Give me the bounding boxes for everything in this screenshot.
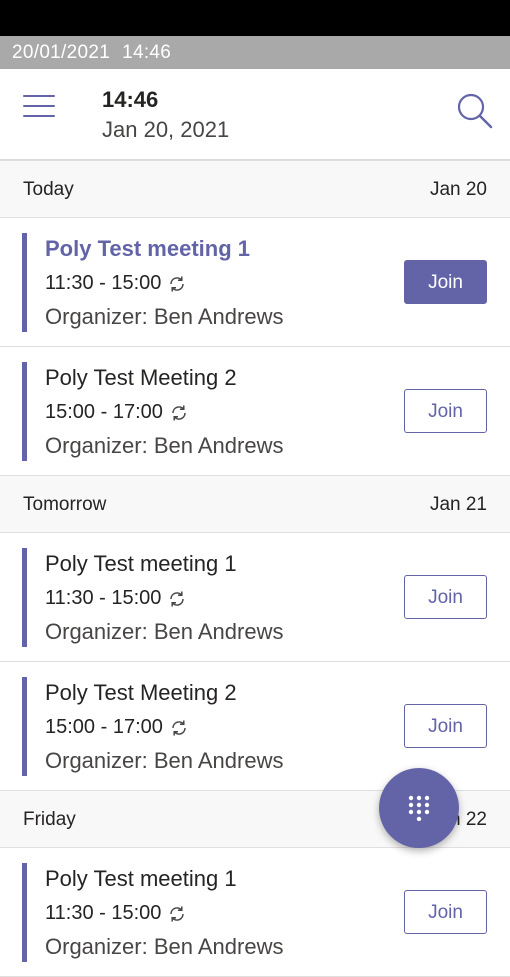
meeting-time-text: 11:30 - 15:00: [45, 587, 162, 609]
meeting-title: Poly Test meeting 1: [45, 236, 250, 261]
dialpad-button[interactable]: [379, 768, 459, 848]
header-date: Jan 20, 2021: [102, 117, 230, 142]
recurring-icon: [170, 591, 185, 606]
meeting-organizer: Organizer: Ben Andrews: [45, 748, 284, 773]
meeting-time-text: 15:00 - 17:00: [45, 401, 163, 423]
meeting-organizer: Organizer: Ben Andrews: [45, 304, 284, 329]
day-header-today: Today Jan 20: [0, 161, 510, 218]
join-button[interactable]: Join: [404, 890, 487, 934]
recurring-icon: [172, 720, 186, 735]
join-button[interactable]: Join: [404, 389, 487, 433]
join-button[interactable]: Join: [404, 704, 487, 748]
meeting-item[interactable]: Poly Test meeting 1 11:30 - 15:00 Organi…: [0, 533, 510, 662]
meeting-time-text: 11:30 - 15:00: [45, 272, 162, 294]
dialpad-icon: [408, 795, 430, 821]
meeting-accent-bar: [22, 548, 27, 647]
meeting-time: 11:30 - 15:00: [45, 902, 187, 925]
meeting-time-text: 11:30 - 15:00: [45, 902, 162, 924]
meeting-title: Poly Test Meeting 2: [45, 680, 237, 705]
meeting-title: Poly Test Meeting 2: [45, 365, 237, 390]
meeting-organizer: Organizer: Ben Andrews: [45, 619, 284, 644]
meeting-accent-bar: [22, 863, 27, 962]
app-header: 14:46 Jan 20, 2021: [0, 69, 510, 161]
meeting-organizer: Organizer: Ben Andrews: [45, 433, 284, 458]
meeting-time: 11:30 - 15:00: [45, 272, 187, 295]
meeting-accent-bar: [22, 233, 27, 332]
meeting-accent-bar: [22, 362, 27, 461]
join-button[interactable]: Join: [404, 260, 487, 304]
recurring-icon: [170, 276, 185, 291]
hamburger-menu-icon[interactable]: [23, 93, 55, 121]
meeting-title: Poly Test meeting 1: [45, 551, 237, 576]
meeting-item[interactable]: Poly Test meeting 1 11:30 - 15:00 Organi…: [0, 218, 510, 347]
header-time: 14:46: [102, 87, 159, 112]
recurring-icon: [172, 405, 186, 420]
day-header-tomorrow: Tomorrow Jan 21: [0, 476, 510, 533]
day-label: Today: [23, 179, 74, 200]
meeting-accent-bar: [22, 677, 27, 776]
status-time: 14:46: [122, 42, 172, 63]
day-date: Jan 21: [429, 494, 487, 515]
meeting-title: Poly Test meeting 1: [45, 866, 237, 891]
meeting-time: 11:30 - 15:00: [45, 587, 187, 610]
meeting-time-text: 15:00 - 17:00: [45, 716, 163, 738]
meeting-item[interactable]: Poly Test Meeting 2 15:00 - 17:00 Organi…: [0, 347, 510, 476]
search-icon[interactable]: [456, 92, 494, 130]
day-date: Jan 20: [429, 179, 487, 200]
day-label: Friday: [23, 809, 76, 830]
status-bar: 20/01/2021 14:46: [0, 36, 510, 69]
top-black-bar: [0, 0, 510, 36]
meeting-organizer: Organizer: Ben Andrews: [45, 934, 284, 959]
meeting-time: 15:00 - 17:00: [45, 401, 189, 424]
meeting-time: 15:00 - 17:00: [45, 716, 189, 739]
day-label: Tomorrow: [23, 494, 107, 515]
meeting-list: Today Jan 20 Poly Test meeting 1 11:30 -…: [0, 161, 510, 977]
meeting-item[interactable]: Poly Test meeting 1 11:30 - 15:00 Organi…: [0, 848, 510, 977]
join-button[interactable]: Join: [404, 575, 487, 619]
status-date: 20/01/2021: [12, 42, 111, 63]
